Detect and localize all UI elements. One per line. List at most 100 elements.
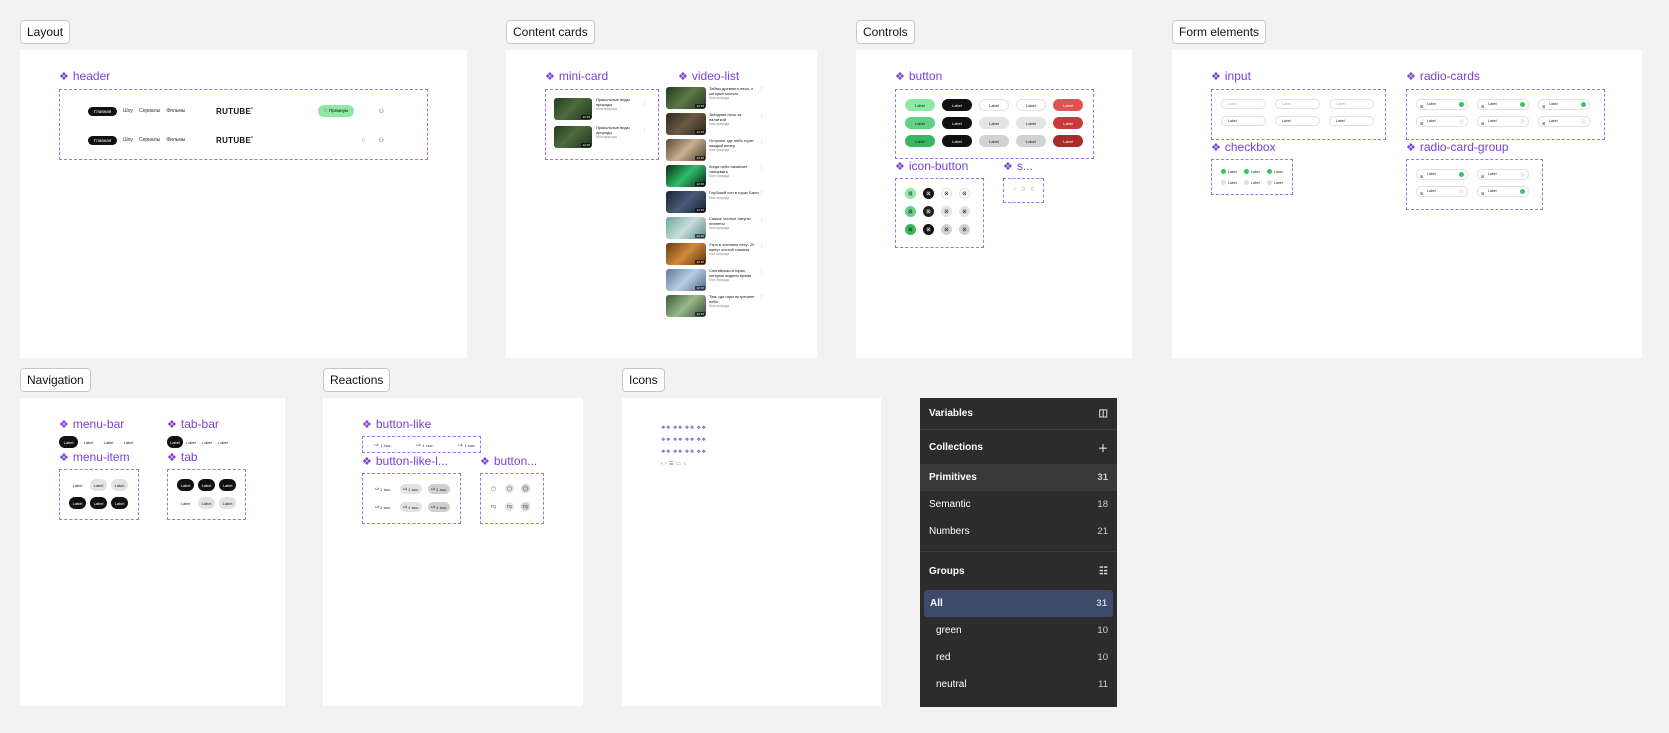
collection-item-primitives[interactable]: Primitives 31 [920,464,1117,491]
menu-item[interactable]: Label [111,497,128,509]
video-list-item[interactable]: 12:15 Тайны древнего леса, о которых молч… [666,86,764,109]
section-label-reactions[interactable]: Reactions [323,368,391,392]
stepper-decrease-icon[interactable]: ‹ [1014,186,1016,192]
icon-button[interactable]: ⊠ [941,188,952,199]
icon-button[interactable]: ⊠ [959,224,970,235]
radio-card[interactable]: ⊠ Label [1416,169,1468,180]
component-title-header[interactable]: ❖ header [59,69,110,83]
more-icon[interactable]: ⋮ [759,295,764,301]
label-button[interactable]: Label [979,117,1009,129]
text-input[interactable]: Label [1221,116,1266,126]
tab[interactable]: Label [198,479,215,491]
header-variant-1[interactable]: Главная Шоу Сериалы Фильмы RUTUBE ♡ Прем… [88,102,388,120]
section-label-content-cards[interactable]: Content cards [506,20,595,44]
checkbox[interactable]: Label [1221,169,1237,174]
more-icon[interactable]: ⋮ [642,128,647,134]
button-like-large[interactable]: 👍︎ 1 тыс. [428,484,450,494]
label-button[interactable]: Label [905,117,935,129]
comment-icon[interactable]: ▢ [489,484,498,493]
button-like[interactable]: 👍︎ 1 тыс. [451,440,483,450]
more-icon[interactable]: ⋮ [759,87,764,93]
tab-bar-item[interactable]: Label [199,436,215,448]
mini-card[interactable]: 12:15 Прикольные виды природы Моя природа… [554,125,649,150]
thumbs-down-icon[interactable]: 👎︎ [521,502,530,511]
text-input[interactable]: Label [1221,99,1266,109]
component-title-checkbox[interactable]: ❖ checkbox [1211,140,1276,154]
stepper-mid-icon[interactable]: ▯ [1022,186,1025,192]
component-title-mini-card[interactable]: ❖ mini-card [545,69,608,83]
component-title-button-ellipsis[interactable]: ❖ button... [480,454,537,468]
component-title-input[interactable]: ❖ input [1211,69,1251,83]
radio-card[interactable]: ⊠ Label [1477,169,1529,180]
component-title-icon-button[interactable]: ❖ icon-button [895,159,968,173]
header-variant-2[interactable]: Главная Шоу Сериалы Фильмы RUTUBE ♢ ⚇ [88,131,388,149]
text-input[interactable]: Label [1329,99,1374,109]
icon-button[interactable]: ⊠ [923,224,934,235]
component-title-tab[interactable]: ❖ tab [167,450,198,464]
tab[interactable]: Label [198,497,215,509]
icon-button[interactable]: ⊠ [941,206,952,217]
icon-button[interactable]: ⊠ [923,188,934,199]
thumbs-down-icon[interactable]: 👎︎ [505,502,514,511]
add-icon[interactable]: ＋ [1098,440,1108,455]
icon-button[interactable]: ⊠ [905,206,916,217]
video-list-item[interactable]: 12:15 Звёздная ночь за палаткой Моя природ… [666,112,764,135]
component-title-radio-cards[interactable]: ❖ radio-cards [1406,69,1480,83]
icon-button[interactable]: ⊠ [941,224,952,235]
component-title-tab-bar[interactable]: ❖ tab-bar [167,417,219,431]
tab-bar-item[interactable]: Label [167,436,183,448]
label-button[interactable]: Label [1053,117,1083,129]
tab-bar-item[interactable]: Label [215,436,231,448]
label-button[interactable]: Label [1016,117,1046,129]
user-icon[interactable]: ⚇ [379,137,384,144]
checkbox[interactable]: Label [1267,180,1283,185]
label-button[interactable]: Label [979,99,1009,111]
group-item-green[interactable]: green 10 [920,617,1117,644]
button-like[interactable]: 👍︎ 1 тыс. [367,440,399,450]
group-item-all[interactable]: All 31 [924,590,1113,617]
text-input[interactable]: Label [1329,116,1374,126]
menu-bar-item[interactable]: Label [79,436,98,448]
user-icon[interactable]: ⚇ [379,108,384,115]
button-like-large[interactable]: 👍︎ 1 тыс. [400,502,422,512]
header-main-tab[interactable]: Главная [88,106,118,116]
component-title-button-like[interactable]: ❖ button-like [362,417,431,431]
section-label-layout[interactable]: Layout [20,20,71,44]
video-list-item[interactable]: 12:15 Самые чистые лагуны планеты Моя прир… [666,216,764,239]
label-button[interactable]: Label [905,135,935,147]
button-like-large[interactable]: 👍︎ 1 тыс. [372,484,394,494]
more-icon[interactable]: ⋮ [759,139,764,145]
video-list-item[interactable]: 12:15 Там, где горы встречают небо Моя при… [666,294,764,317]
tab[interactable]: Label [219,479,236,491]
button-like[interactable]: 👍︎ 1 тыс. [409,440,441,450]
collection-item-numbers[interactable]: Numbers 21 [920,518,1117,545]
group-item-red[interactable]: red 10 [920,644,1117,671]
group-item-neutral[interactable]: neutral 11 [920,671,1117,698]
more-icon[interactable]: ⋮ [759,113,764,119]
mini-card[interactable]: 12:15 Прикольные виды природы Моя природа… [554,97,649,122]
list-filter-icon[interactable]: ☷ [1099,566,1108,577]
header-nav-3[interactable]: Фильмы [166,108,185,114]
header-nav-2[interactable]: Сериалы [139,137,160,143]
header-main-tab[interactable]: Главная [88,135,118,145]
icon-button[interactable]: ⊠ [959,188,970,199]
label-button[interactable]: Label [905,99,935,111]
section-label-form-elements[interactable]: Form elements [1172,20,1267,44]
component-title-button-like-l[interactable]: ❖ button-like-l... [362,454,448,468]
header-nav-2[interactable]: Сериалы [139,108,160,114]
comment-icon[interactable]: ▢ [505,484,514,493]
section-label-icons[interactable]: Icons [622,368,665,392]
more-icon[interactable]: ⋮ [642,100,647,106]
label-button[interactable]: Label [1053,135,1083,147]
video-list-item[interactable]: 12:15 Когда небо начинает танцевать Моя пр… [666,164,764,187]
radio-card[interactable]: ⊠ Label [1416,99,1468,110]
menu-item[interactable]: Label [90,479,107,491]
header-nav-3[interactable]: Фильмы [166,137,185,143]
menu-bar-item[interactable]: Label [99,436,118,448]
collection-item-semantic[interactable]: Semantic 18 [920,491,1117,518]
button-like-large[interactable]: 👍︎ 1 тыс. [400,484,422,494]
more-icon[interactable]: ⋮ [759,269,764,275]
premium-button[interactable]: ♡ Премиум [317,105,354,117]
video-list-item[interactable]: 12:15 Острова, где небо горит каждый вече… [666,138,764,161]
menu-bar-item[interactable]: Label [59,436,78,448]
